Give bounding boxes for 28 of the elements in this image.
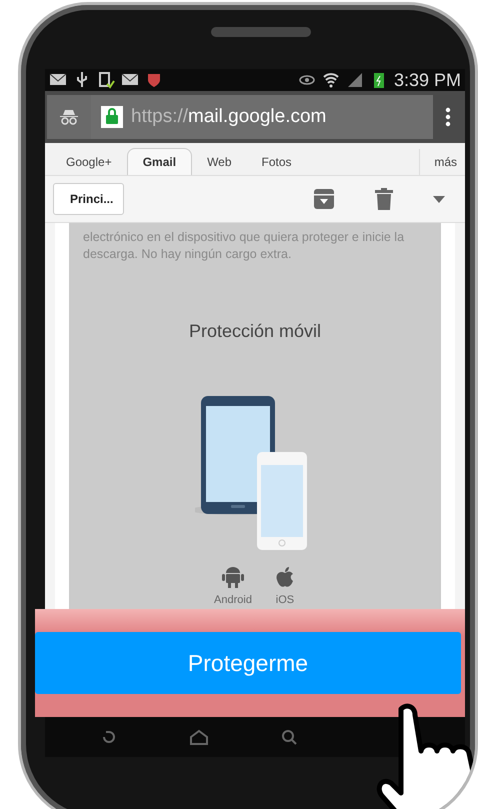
device-check-icon — [97, 71, 115, 89]
apple-icon[interactable] — [274, 566, 296, 588]
archive-icon[interactable] — [313, 188, 335, 210]
dropdown-caret-icon[interactable] — [433, 196, 445, 202]
clock-time: 3:39 PM — [394, 70, 461, 90]
url-text: https://mail.google.com — [131, 106, 326, 128]
tab[interactable]: más — [419, 149, 465, 175]
platform-label: iOS — [276, 594, 294, 606]
url-field[interactable]: https://mail.google.com — [91, 95, 433, 139]
platform-label: Android — [214, 594, 252, 606]
more-menu-icon[interactable] — [445, 107, 451, 127]
lock-icon — [101, 106, 123, 128]
tab[interactable]: Gmail — [126, 148, 192, 175]
signal-icon — [346, 71, 364, 89]
back-button[interactable]: Princi... — [53, 183, 124, 215]
body-paragraph: electrónico en el dispositivo que quiera proteger e inicie la descarga. No hay ningún cargo extra. — [83, 229, 406, 263]
search-icon[interactable] — [281, 729, 297, 745]
incognito-icon[interactable] — [58, 109, 80, 125]
home-icon[interactable] — [189, 729, 209, 745]
tab[interactable]: Web — [192, 149, 247, 175]
wifi-icon — [322, 71, 340, 89]
back-icon[interactable] — [101, 729, 117, 745]
shield-icon — [145, 71, 163, 89]
section-heading: Protección móvil — [188, 321, 322, 342]
android-robot-icon[interactable] — [222, 566, 244, 588]
tab[interactable]: Fotos — [246, 149, 307, 175]
trash-icon[interactable] — [375, 188, 393, 210]
tab[interactable]: Google+ — [51, 149, 127, 175]
